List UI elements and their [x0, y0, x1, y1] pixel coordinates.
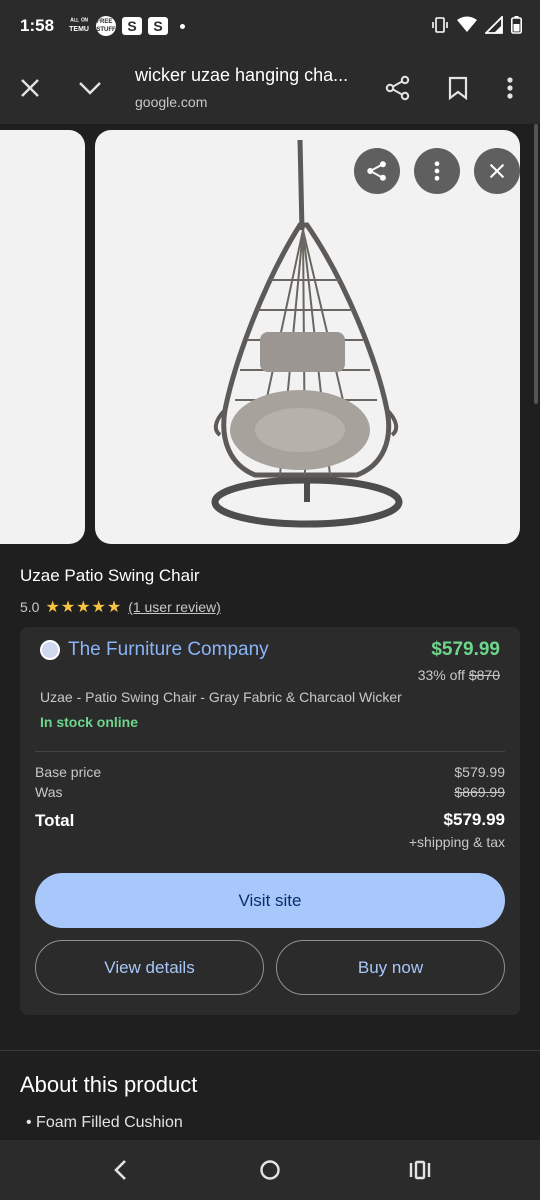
close-icon	[489, 163, 505, 179]
close-button[interactable]	[14, 68, 46, 108]
system-navigation-bar	[0, 1140, 540, 1200]
recent-apps-icon	[409, 1160, 431, 1180]
collapse-button[interactable]	[74, 68, 106, 108]
wifi-icon	[457, 16, 477, 32]
share-icon	[385, 75, 410, 101]
bookmark-icon	[448, 76, 468, 100]
star-rating-icon: ★★★★★	[45, 599, 123, 616]
temu-notification-icon: ᴬᴸᴸ ᴼᴺ TEMU	[69, 18, 89, 33]
rating-row: 5.0 ★★★★★ (1 user review)	[20, 597, 221, 617]
image-share-button[interactable]	[354, 148, 400, 194]
more-notifications-dot-icon	[180, 23, 186, 29]
bookmark-button[interactable]	[440, 68, 476, 108]
more-options-button[interactable]	[494, 68, 526, 108]
section-divider	[0, 1050, 540, 1051]
share-icon	[367, 161, 386, 181]
back-icon	[114, 1160, 126, 1180]
base-price-value: $579.99	[454, 764, 505, 780]
back-button[interactable]	[100, 1152, 140, 1188]
battery-icon	[511, 16, 522, 34]
total-label: Total	[35, 811, 75, 830]
divider	[35, 751, 505, 752]
more-vert-icon	[507, 77, 513, 99]
clock: 1:58	[20, 16, 55, 35]
about-section-title: About this product	[20, 1072, 198, 1097]
home-icon	[260, 1160, 280, 1180]
discount-info: 33% off $870	[418, 667, 500, 683]
was-value: $869.99	[454, 784, 505, 800]
vibrate-icon	[432, 17, 448, 33]
home-button[interactable]	[250, 1152, 290, 1188]
discount-percent: 33% off	[417, 667, 465, 683]
page-title: wicker uzae hanging cha...	[135, 65, 349, 85]
image-carousel[interactable]	[0, 124, 540, 554]
more-vert-icon	[434, 161, 440, 181]
offer-price: $579.99	[431, 639, 500, 660]
signal-icon	[485, 16, 503, 34]
offer-description: Uzae - Patio Swing Chair - Gray Fabric &…	[40, 689, 402, 705]
product-title: Uzae Patio Swing Chair	[20, 566, 200, 585]
base-price-label: Base price	[35, 764, 102, 780]
feature-text: Foam Filled Cushion	[36, 1114, 183, 1131]
shipping-note: +shipping & tax	[408, 834, 505, 850]
recent-apps-button[interactable]	[400, 1152, 440, 1188]
scrollbar[interactable]	[534, 124, 538, 404]
visit-site-button[interactable]: Visit site	[35, 873, 505, 928]
rating-value: 5.0	[20, 599, 40, 615]
stock-status: In stock online	[40, 714, 139, 730]
s-notification-icon-2: S	[148, 17, 169, 35]
hanging-chair-image	[211, 139, 403, 528]
view-details-button[interactable]: View details	[35, 940, 264, 995]
merchant-link[interactable]: The Furniture Company	[40, 639, 269, 661]
page-domain: google.com	[135, 94, 208, 110]
original-price: $870	[468, 667, 500, 683]
total-value: $579.99	[443, 810, 505, 829]
close-icon	[21, 79, 39, 97]
s-notification-icon: S	[122, 17, 143, 35]
review-link[interactable]: (1 user review)	[128, 599, 221, 615]
share-button[interactable]	[380, 68, 416, 108]
top-app-bar: wicker uzae hanging cha... google.com	[0, 52, 540, 124]
feature-list-item: • Foam Filled Cushion	[26, 1114, 183, 1131]
product-image-card[interactable]	[95, 130, 520, 544]
merchant-name: The Furniture Company	[68, 639, 269, 660]
image-more-button[interactable]	[414, 148, 460, 194]
status-bar: 1:58 ᴬᴸᴸ ᴼᴺ TEMU FREE STUFF S S	[0, 0, 540, 52]
globe-icon	[40, 640, 60, 660]
previous-image-card[interactable]	[0, 130, 85, 544]
image-close-button[interactable]	[474, 148, 520, 194]
merchant-offer-card: The Furniture Company $579.99 33% off $8…	[20, 627, 520, 1015]
free-stuff-notification-icon: FREE STUFF	[96, 16, 117, 36]
buy-now-button[interactable]: Buy now	[276, 940, 505, 995]
was-label: Was	[35, 784, 63, 800]
chevron-down-icon	[79, 82, 101, 95]
